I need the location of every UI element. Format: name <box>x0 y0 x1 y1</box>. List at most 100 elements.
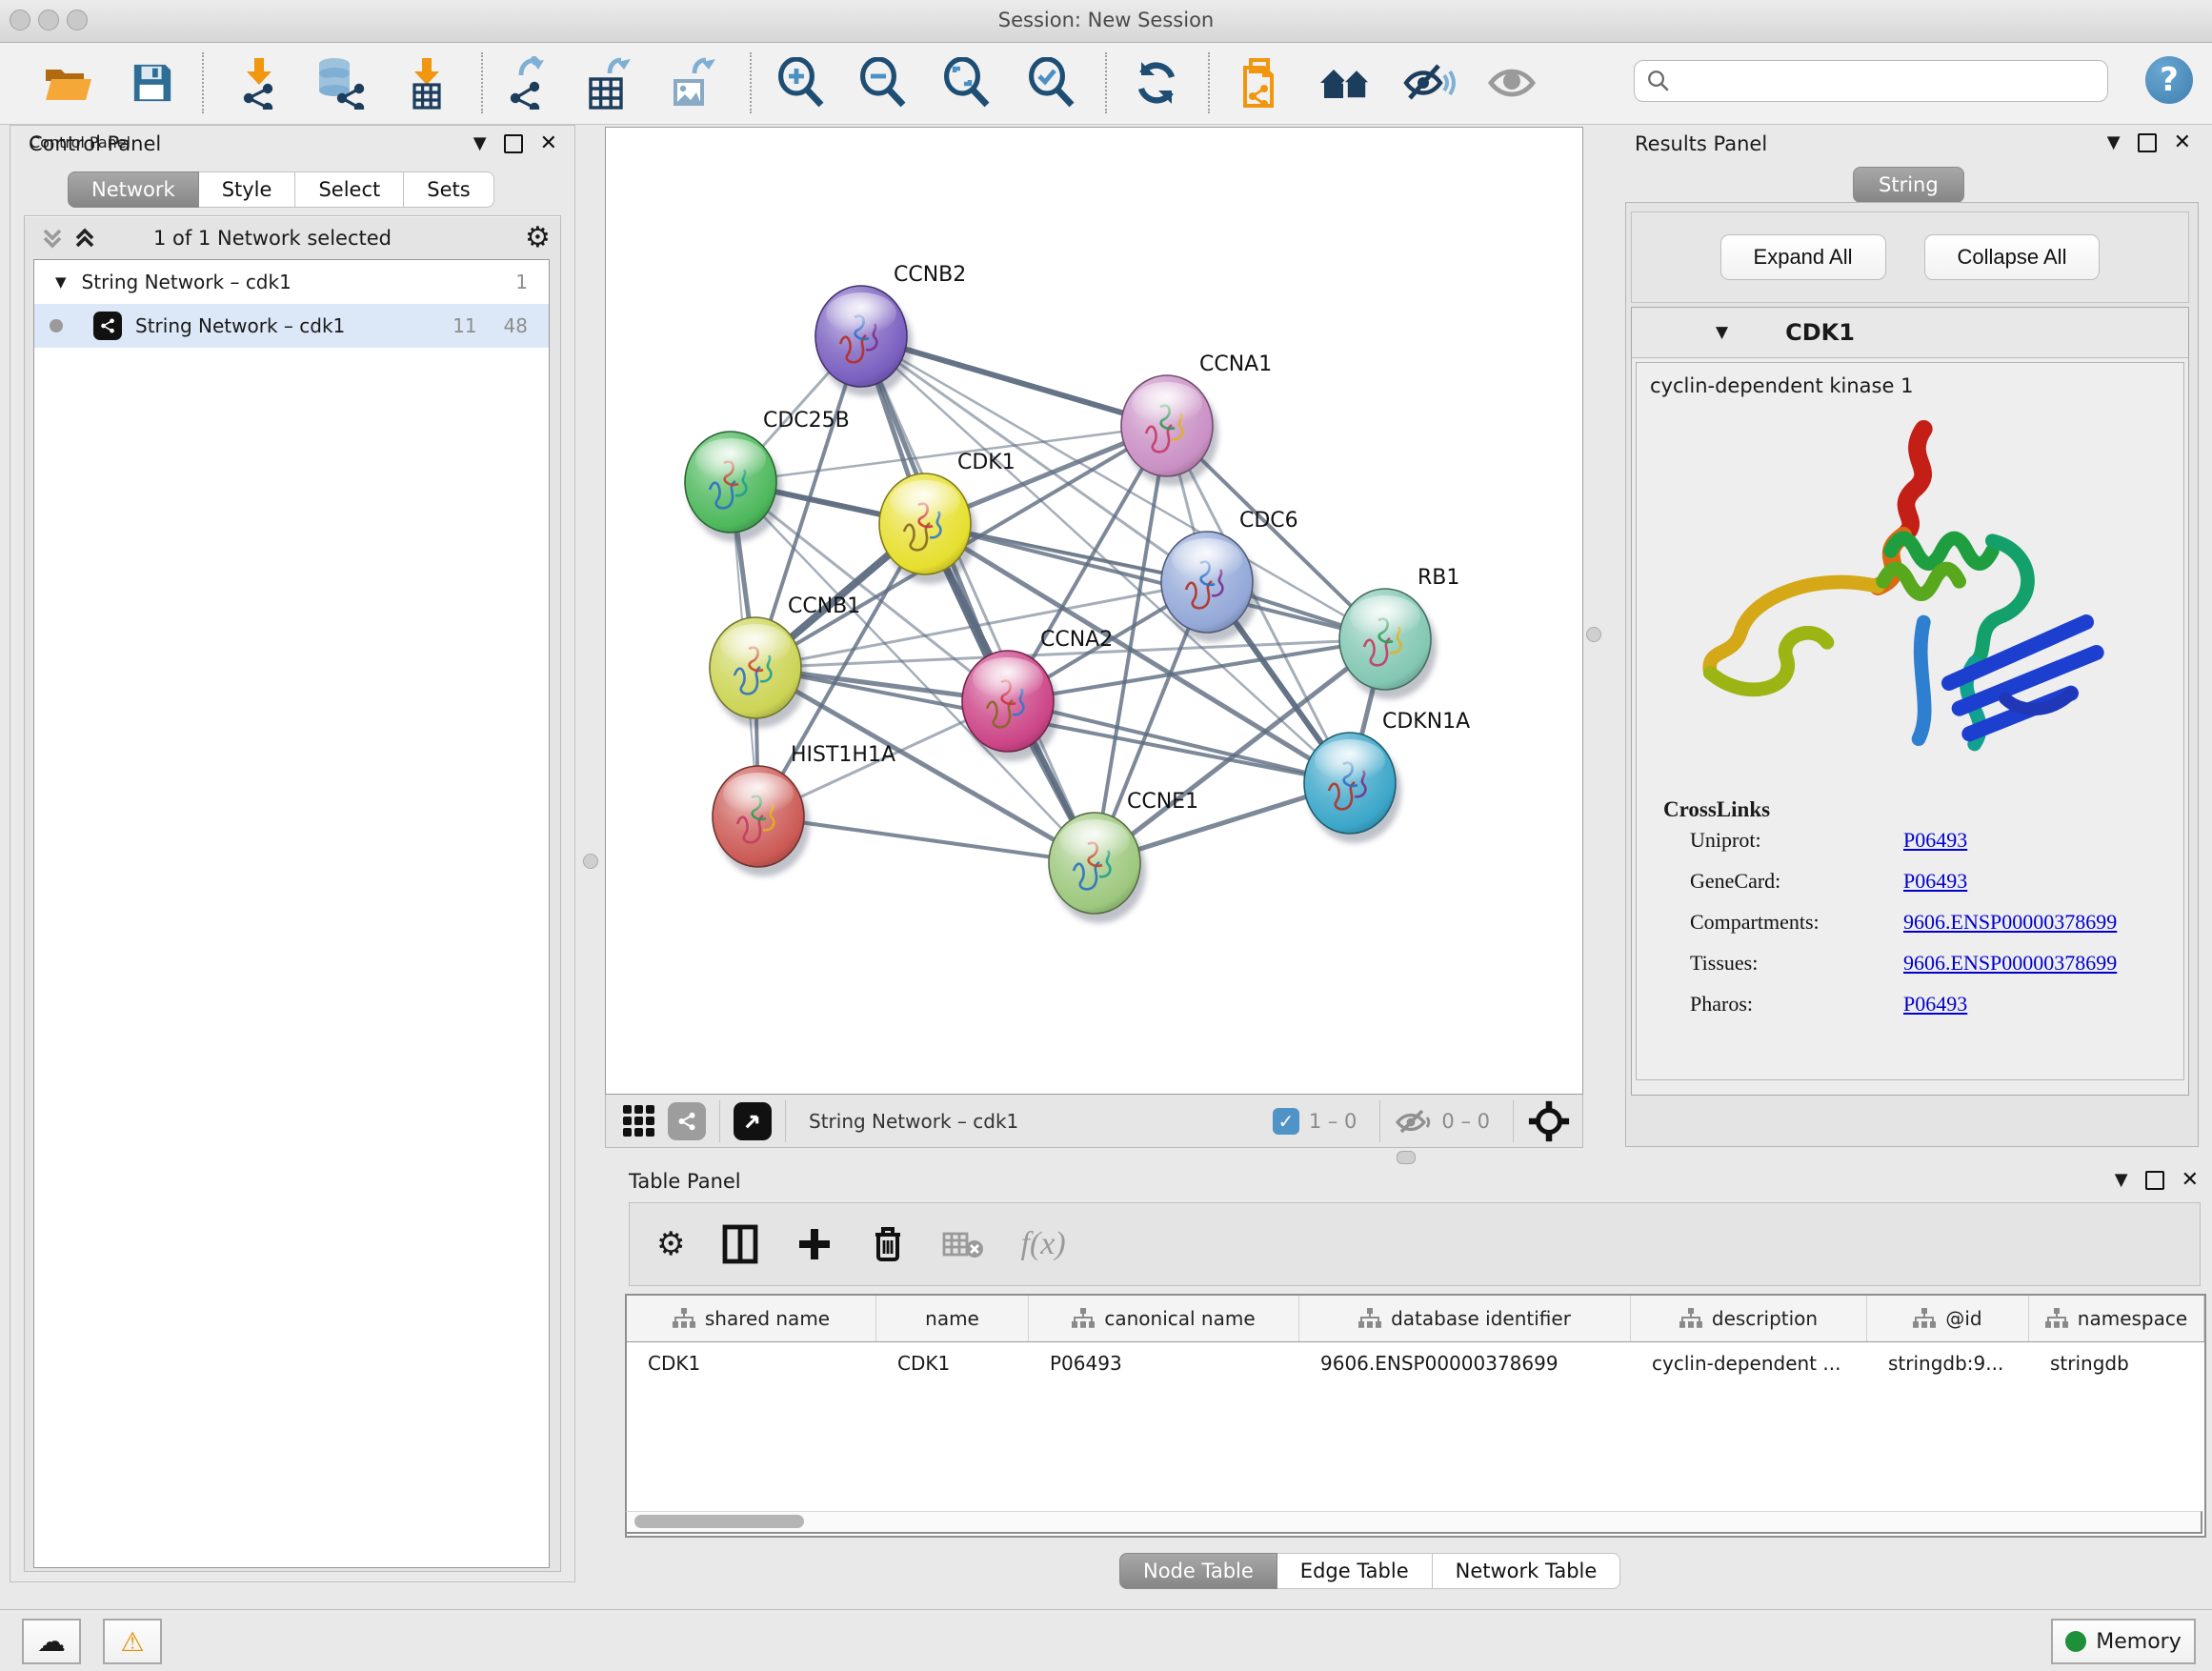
collapse-all-button[interactable]: Collapse All <box>1924 234 2101 280</box>
control-panel-float-icon[interactable] <box>504 134 523 153</box>
tab-node-table[interactable]: Node Table <box>1119 1553 1277 1589</box>
view-grid-icon[interactable] <box>623 1105 654 1137</box>
cell-namespace[interactable]: stringdb <box>2029 1342 2204 1384</box>
expand-all-button[interactable]: Expand All <box>1720 234 1886 280</box>
network-node-CCNB1[interactable] <box>710 617 801 718</box>
cloud-status-button[interactable]: ☁ <box>22 1619 81 1664</box>
cell-description[interactable]: cyclin-dependent ... <box>1631 1342 1867 1384</box>
network-canvas[interactable]: CCNB2CCNA1CDC25BCDK1CDC6RB1CCNB1CCNA2CDK… <box>605 127 1583 1095</box>
network-collection-row[interactable]: ▼ String Network – cdk1 1 <box>34 260 549 304</box>
export-image-icon[interactable] <box>664 56 717 110</box>
network-node-CDKN1A[interactable] <box>1304 733 1396 834</box>
scrollbar-thumb[interactable] <box>634 1515 804 1528</box>
export-table-icon[interactable] <box>581 56 634 110</box>
control-panel-menu-icon[interactable]: ▼ <box>473 133 487 153</box>
column-header--id[interactable]: @id <box>1867 1296 2029 1341</box>
network-options-gear-icon[interactable]: ⚙ <box>525 221 551 254</box>
tab-style[interactable]: Style <box>199 171 296 208</box>
cell--id[interactable]: stringdb:9... <box>1867 1342 2029 1384</box>
column-header-shared-name[interactable]: shared name <box>627 1296 876 1341</box>
import-network-database-icon[interactable] <box>312 56 366 110</box>
table-panel-menu-icon[interactable]: ▼ <box>2115 1170 2128 1190</box>
duplicate-network-icon[interactable] <box>1234 56 1287 110</box>
network-node-RB1[interactable] <box>1339 589 1431 690</box>
zoom-out-icon[interactable] <box>856 56 910 110</box>
delete-column-icon[interactable] <box>870 1223 906 1265</box>
refresh-view-icon[interactable] <box>1130 56 1183 110</box>
hide-selected-icon[interactable] <box>1402 56 1456 110</box>
cell-canonical-name[interactable]: P06493 <box>1029 1342 1299 1384</box>
network-node-CCNA2[interactable] <box>962 651 1054 752</box>
show-all-icon[interactable] <box>1485 56 1538 110</box>
network-node-CDC25B[interactable] <box>685 432 776 533</box>
crosslink-value-link[interactable]: P06493 <box>1903 992 1967 1017</box>
cell-name[interactable]: CDK1 <box>876 1342 1029 1384</box>
network-type-share-icon[interactable] <box>668 1102 706 1140</box>
expand-all-icon[interactable] <box>71 225 98 252</box>
function-builder-icon[interactable]: f(x) <box>1020 1226 1065 1262</box>
zoom-selected-icon[interactable] <box>1025 56 1078 110</box>
results-panel-close-icon[interactable]: ✕ <box>2174 135 2191 151</box>
results-panel-float-icon[interactable] <box>2138 133 2157 152</box>
crosslink-value-link[interactable]: 9606.ENSP00000378699 <box>1903 951 2117 976</box>
tab-edge-table[interactable]: Edge Table <box>1277 1553 1433 1589</box>
export-network-icon[interactable] <box>499 56 553 110</box>
network-node-CCNA1[interactable] <box>1121 375 1213 476</box>
zoom-fit-icon[interactable] <box>940 56 994 110</box>
network-node-CCNB2[interactable] <box>815 286 907 387</box>
column-header-namespace[interactable]: namespace <box>2029 1296 2204 1341</box>
column-header-canonical-name[interactable]: canonical name <box>1029 1296 1299 1341</box>
tab-network[interactable]: Network <box>68 171 199 208</box>
right-splitter-handle[interactable] <box>1586 627 1601 642</box>
selected-checkbox[interactable]: ✓ <box>1273 1108 1299 1135</box>
table-panel-close-icon[interactable]: ✕ <box>2182 1173 2199 1188</box>
pan-crosshair-icon[interactable] <box>1527 1099 1571 1143</box>
column-header-description[interactable]: description <box>1631 1296 1867 1341</box>
cell-database-identifier[interactable]: 9606.ENSP00000378699 <box>1299 1342 1631 1384</box>
warnings-button[interactable]: ⚠ <box>103 1619 162 1664</box>
tab-network-table[interactable]: Network Table <box>1433 1553 1621 1589</box>
cell-shared-name[interactable]: CDK1 <box>627 1342 876 1384</box>
search-input[interactable] <box>1671 70 2084 92</box>
save-session-icon[interactable] <box>126 56 179 110</box>
collection-expander-icon[interactable]: ▼ <box>55 273 67 291</box>
network-row[interactable]: String Network – cdk1 11 48 <box>34 304 549 348</box>
tab-string[interactable]: String <box>1853 167 1964 203</box>
crosslink-value-link[interactable]: 9606.ENSP00000378699 <box>1903 910 2117 935</box>
protein-card-header[interactable]: ▼ CDK1 <box>1632 308 2188 358</box>
show-columns-icon[interactable] <box>721 1223 759 1265</box>
first-neighbors-icon[interactable] <box>1318 56 1372 110</box>
table-panel-float-icon[interactable] <box>2145 1171 2164 1190</box>
column-header-database-identifier[interactable]: database identifier <box>1299 1296 1631 1341</box>
network-node-CDC6[interactable] <box>1161 532 1253 633</box>
tab-sets[interactable]: Sets <box>404 171 493 208</box>
protein-expander-icon[interactable]: ▼ <box>1716 323 1728 342</box>
import-network-file-icon[interactable] <box>232 56 286 110</box>
help-icon[interactable]: ? <box>2145 56 2193 104</box>
zoom-in-icon[interactable] <box>774 56 828 110</box>
table-horizontal-scrollbar[interactable] <box>625 1511 2202 1534</box>
search-box[interactable] <box>1634 60 2108 102</box>
birds-eye-view-icon[interactable] <box>734 1102 772 1140</box>
network-node-HIST1H1A[interactable] <box>713 766 804 867</box>
collapse-all-icon[interactable] <box>39 225 66 252</box>
add-column-icon[interactable] <box>795 1225 834 1263</box>
import-table-icon[interactable] <box>400 56 453 110</box>
table-options-gear-icon[interactable]: ⚙ <box>656 1225 685 1263</box>
bottom-splitter-handle[interactable] <box>1397 1151 1416 1164</box>
left-splitter-handle[interactable] <box>583 854 598 869</box>
memory-button[interactable]: Memory <box>2051 1619 2196 1664</box>
column-header-name[interactable]: name <box>876 1296 1029 1341</box>
table-row[interactable]: CDK1CDK1P064939606.ENSP00000378699cyclin… <box>627 1342 2204 1384</box>
crosslink-value-link[interactable]: P06493 <box>1903 869 1967 894</box>
network-node-CCNE1[interactable] <box>1049 813 1140 914</box>
results-panel-menu-icon[interactable]: ▼ <box>2107 132 2121 152</box>
control-panel-close-icon[interactable]: ✕ <box>540 136 557 151</box>
delete-table-icon[interactable] <box>942 1228 984 1260</box>
open-session-icon[interactable] <box>42 56 95 110</box>
tab-select[interactable]: Select <box>295 171 404 208</box>
network-node-CDK1[interactable] <box>879 473 971 574</box>
network-edge-CCNB2-CCNE1[interactable] <box>861 336 1095 863</box>
column-label: shared name <box>705 1307 830 1330</box>
crosslink-value-link[interactable]: P06493 <box>1903 828 1967 853</box>
